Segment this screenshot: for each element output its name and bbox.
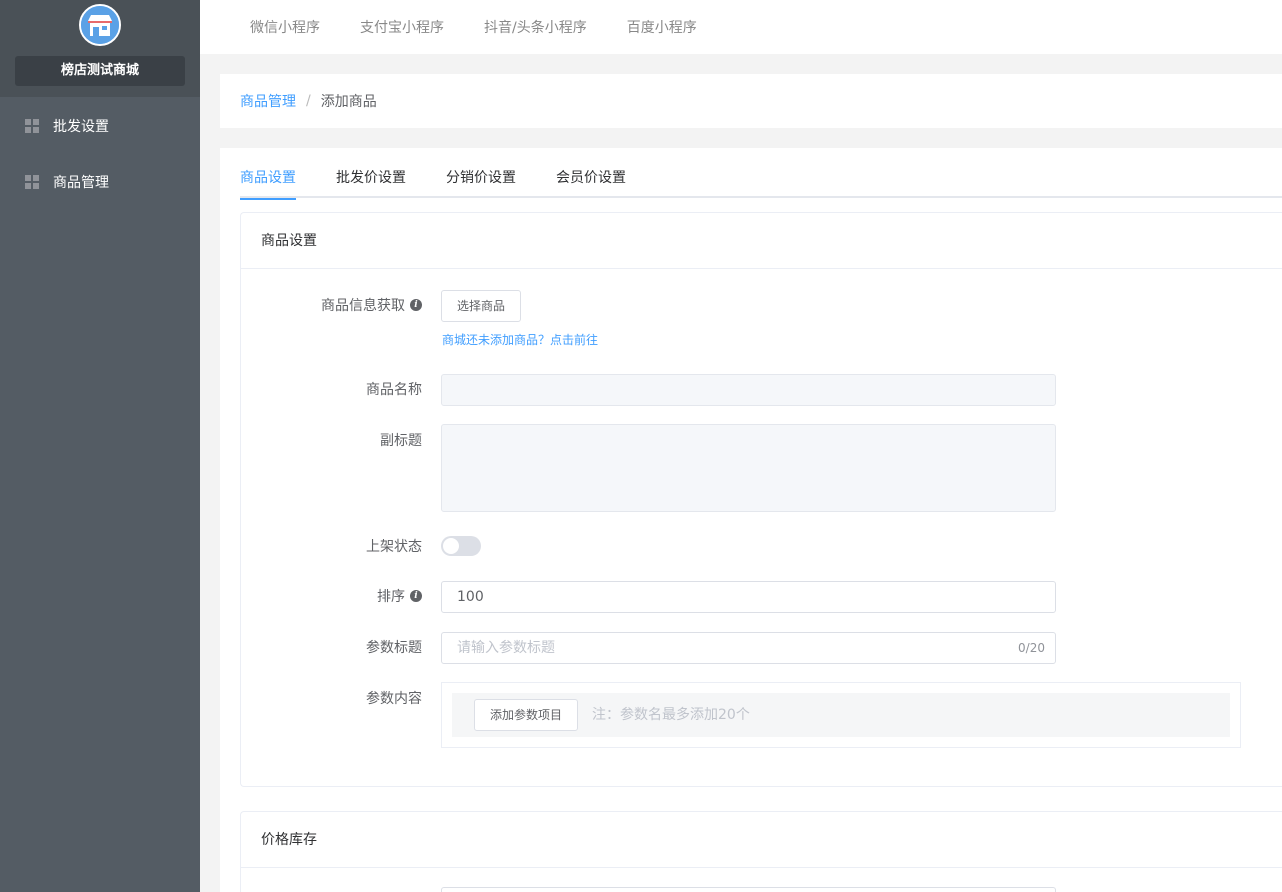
- breadcrumb: 商品管理 / 添加商品: [220, 74, 1282, 128]
- add-goods-link[interactable]: 商城还未添加商品？点击前往: [442, 331, 598, 348]
- tab-bar: 商品设置 批发价设置 分销价设置 会员价设置: [240, 148, 1282, 200]
- tab-wholesale-price-settings[interactable]: 批发价设置: [336, 148, 406, 198]
- shop-logo: [79, 4, 121, 46]
- param-limit-note: 注：参数名最多添加20个: [592, 707, 750, 723]
- goods-name-label-text: 商品名称: [366, 382, 422, 398]
- info-icon[interactable]: i: [410, 590, 422, 602]
- main-content: 商品设置 批发价设置 分销价设置 会员价设置 商品设置 商品信息获取 i 选择商…: [220, 148, 1282, 892]
- tab-distribution-price-settings[interactable]: 分销价设置: [446, 148, 516, 198]
- goods-fetch-label-text: 商品信息获取: [321, 298, 405, 314]
- param-content-label-text: 参数内容: [366, 691, 422, 707]
- goods-settings-panel: 商品设置 商品信息获取 i 选择商品 商城还未添加商品？点击前往 商品名称 副标…: [240, 212, 1282, 787]
- grid-icon: [25, 119, 39, 133]
- param-content-label: 参数内容: [222, 688, 422, 708]
- top-nav: 微信小程序 支付宝小程序 抖音/头条小程序 百度小程序: [200, 0, 1282, 54]
- sidebar-item-label: 商品管理: [53, 175, 109, 191]
- tab-goods-settings[interactable]: 商品设置: [240, 148, 296, 200]
- goods-fetch-label: 商品信息获取 i: [222, 295, 422, 315]
- shop-name: 榜店测试商城: [15, 56, 185, 86]
- info-icon[interactable]: i: [410, 299, 422, 311]
- sidebar-item-wholesale-settings[interactable]: 批发设置: [0, 98, 200, 154]
- goods-name-input[interactable]: [441, 374, 1056, 406]
- price-input-partial[interactable]: [441, 887, 1056, 892]
- char-counter: 0/20: [1018, 641, 1045, 655]
- goods-name-label: 商品名称: [222, 379, 422, 399]
- sidebar-header: 榜店测试商城: [0, 0, 200, 97]
- param-title-placeholder: 请输入参数标题: [457, 640, 555, 656]
- panel-title: 价格库存: [241, 812, 1282, 868]
- price-stock-panel: 价格库存: [240, 811, 1282, 892]
- tab-member-price-settings[interactable]: 会员价设置: [556, 148, 626, 198]
- nav-alipay-miniprogram[interactable]: 支付宝小程序: [360, 17, 444, 37]
- param-title-input[interactable]: 请输入参数标题 0/20: [441, 632, 1056, 664]
- subtitle-textarea[interactable]: [441, 424, 1056, 512]
- listing-status-label-text: 上架状态: [366, 539, 422, 555]
- sort-input[interactable]: 100: [441, 581, 1056, 613]
- select-goods-button[interactable]: 选择商品: [441, 290, 521, 322]
- listing-status-label: 上架状态: [222, 536, 422, 556]
- add-param-item-button[interactable]: 添加参数项目: [474, 699, 578, 731]
- breadcrumb-parent-link[interactable]: 商品管理: [240, 91, 296, 111]
- nav-baidu-miniprogram[interactable]: 百度小程序: [627, 17, 697, 37]
- breadcrumb-separator: /: [306, 93, 311, 109]
- nav-douyin-miniprogram[interactable]: 抖音/头条小程序: [484, 17, 587, 37]
- sidebar-item-goods-management[interactable]: 商品管理: [0, 154, 200, 210]
- param-content-box: 添加参数项目 注：参数名最多添加20个: [441, 682, 1241, 748]
- param-title-label-text: 参数标题: [366, 640, 422, 656]
- sidebar: 榜店测试商城 批发设置 商品管理: [0, 0, 200, 892]
- sort-label: 排序 i: [222, 586, 422, 606]
- subtitle-label: 副标题: [222, 430, 422, 450]
- nav-wechat-miniprogram[interactable]: 微信小程序: [250, 17, 320, 37]
- grid-icon: [25, 175, 39, 189]
- sidebar-item-label: 批发设置: [53, 119, 109, 135]
- breadcrumb-current: 添加商品: [320, 94, 377, 110]
- param-title-label: 参数标题: [222, 637, 422, 657]
- listing-status-toggle[interactable]: [441, 536, 481, 556]
- panel-title: 商品设置: [241, 213, 1282, 269]
- param-content-toolbar: 添加参数项目 注：参数名最多添加20个: [452, 693, 1230, 737]
- subtitle-label-text: 副标题: [380, 433, 422, 449]
- sort-label-text: 排序: [377, 589, 405, 605]
